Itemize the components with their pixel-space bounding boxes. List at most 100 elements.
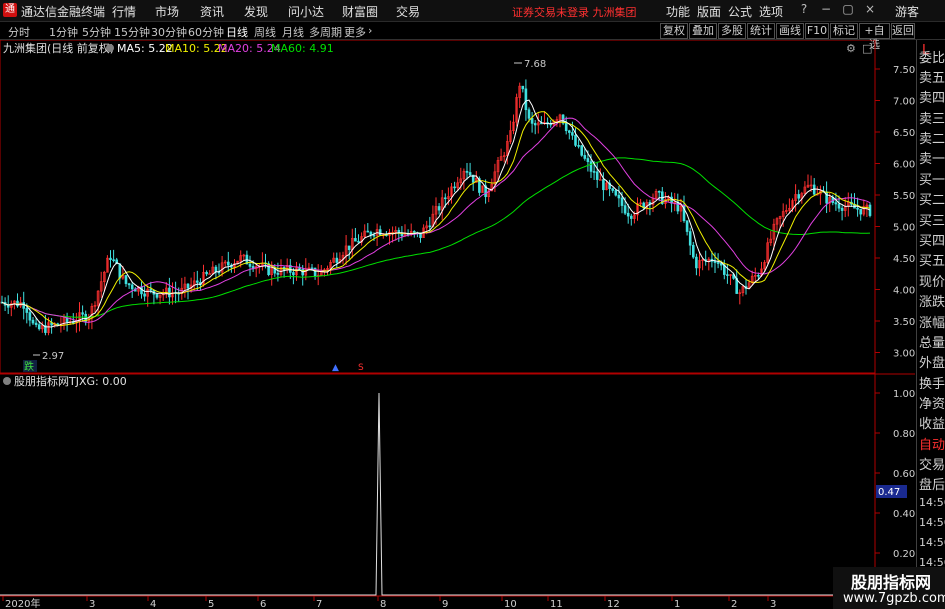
candle-body: [149, 288, 153, 291]
event-marker-s-icon[interactable]: S: [358, 363, 364, 373]
period-30min[interactable]: 30分钟: [151, 24, 187, 40]
side-panel-item[interactable]: 涨跌: [919, 291, 945, 310]
menu-options[interactable]: 选项: [759, 3, 783, 20]
period-more[interactable]: 更多: [344, 24, 366, 40]
menu-news[interactable]: 资讯: [200, 3, 224, 20]
side-panel-item[interactable]: 现价: [919, 271, 945, 290]
f10-button[interactable]: F10: [805, 23, 829, 39]
indicator-settings-dot-icon[interactable]: [3, 377, 11, 385]
indicator-y-ticks: 1.00 0.80 0.60 0.40 0.20: [875, 389, 915, 560]
candle-body: [623, 205, 627, 214]
candle-body: [564, 122, 568, 132]
x-tick-label: 4: [150, 599, 156, 609]
side-panel-item[interactable]: 委比: [919, 47, 945, 66]
period-60min[interactable]: 60分钟: [188, 24, 224, 40]
side-panel-item[interactable]: 卖五: [919, 67, 945, 86]
candle-body: [214, 266, 218, 273]
candle-body: [583, 155, 587, 159]
period-5min[interactable]: 5分钟: [82, 24, 111, 40]
period-monthly[interactable]: 月线: [282, 24, 304, 40]
chart-area[interactable]: 九洲集团(日线 前复权) MA5: 5.22 MA10: 5.22 MA20: …: [0, 39, 915, 609]
x-tick-label: 1: [674, 599, 680, 609]
menu-wealth[interactable]: 财富圈: [342, 3, 378, 20]
adjust-button[interactable]: 复权: [660, 23, 688, 39]
candle-body: [688, 231, 692, 246]
y-tick-label: 4.50: [893, 254, 915, 265]
period-1min[interactable]: 1分钟: [49, 24, 78, 40]
side-panel-item[interactable]: 买三: [919, 210, 945, 229]
x-tick-label: 11: [550, 599, 563, 609]
side-panel-item[interactable]: 涨幅: [919, 312, 945, 331]
side-panel-item[interactable]: 卖四: [919, 87, 945, 106]
statistics-button[interactable]: 统计: [747, 23, 775, 39]
multi-stock-button[interactable]: 多股: [718, 23, 746, 39]
low-price-label: 2.97: [42, 351, 64, 362]
side-panel-item[interactable]: 外盘: [919, 352, 945, 371]
candle-body: [468, 172, 472, 176]
kline-chart[interactable]: 九洲集团(日线 前复权) MA5: 5.22 MA10: 5.22 MA20: …: [0, 39, 915, 609]
watermark-url: www.7gpzb.com: [843, 591, 945, 606]
candle-body: [37, 324, 41, 330]
side-panel-item[interactable]: 净资: [919, 393, 945, 412]
side-panel-item[interactable]: 总量: [919, 332, 945, 351]
x-tick-label: 3: [89, 599, 95, 609]
candle-body: [716, 262, 720, 264]
side-panel-item[interactable]: 卖一: [919, 148, 945, 167]
side-panel-item[interactable]: 买一: [919, 169, 945, 188]
candle-body: [465, 170, 469, 173]
x-tick-label: 12: [607, 599, 620, 609]
y-tick-label: 7.50: [893, 65, 915, 76]
y-tick-label: 6.50: [893, 128, 915, 139]
side-panel-item[interactable]: 盘后: [919, 474, 945, 493]
x-tick-label: 7: [316, 599, 322, 609]
chevron-right-icon[interactable]: ›: [368, 24, 372, 37]
event-marker-up-icon[interactable]: ▲: [332, 363, 339, 373]
menu-formula[interactable]: 公式: [728, 3, 752, 20]
y-tick-label: 5.00: [893, 223, 915, 234]
period-daily[interactable]: 日线: [226, 24, 248, 40]
candle-body: [168, 287, 171, 298]
side-panel-time: 14:56: [919, 536, 945, 549]
candle-body: [412, 231, 416, 233]
period-multi[interactable]: 多周期: [309, 24, 342, 40]
overlay-button[interactable]: 叠加: [689, 23, 717, 39]
side-panel-item[interactable]: 交易: [919, 454, 945, 473]
candle-body: [695, 256, 698, 269]
x-tick-label: 2: [731, 599, 737, 609]
chart-settings-icon[interactable]: ⚙: [846, 42, 856, 55]
menu-discover[interactable]: 发现: [244, 3, 268, 20]
menu-quotes[interactable]: 行情: [112, 3, 136, 20]
menu-layout[interactable]: 版面: [697, 3, 721, 20]
close-icon[interactable]: ×: [863, 2, 877, 18]
period-15min[interactable]: 15分钟: [114, 24, 150, 40]
menu-ask[interactable]: 问小达: [288, 3, 324, 20]
draw-line-button[interactable]: 画线: [776, 23, 804, 39]
candle-body: [657, 191, 661, 193]
candle-body: [143, 293, 146, 297]
side-panel-item[interactable]: 卖二: [919, 128, 945, 147]
add-watchlist-button[interactable]: +自选: [859, 23, 890, 51]
side-panel-item[interactable]: 换手: [919, 373, 945, 392]
help-icon[interactable]: ?: [797, 2, 811, 18]
side-panel-item[interactable]: 买二: [919, 189, 945, 208]
menu-market[interactable]: 市场: [155, 3, 179, 20]
settings-dot-icon[interactable]: [106, 44, 114, 52]
guest-login[interactable]: 游客: [895, 3, 919, 20]
candle-body: [276, 272, 280, 275]
restore-icon[interactable]: ▢: [841, 2, 855, 18]
trade-status-alert[interactable]: 证券交易未登录 九洲集团: [512, 4, 637, 20]
side-panel-item[interactable]: 买四: [919, 230, 945, 249]
side-panel-item[interactable]: 收益: [919, 413, 945, 432]
mark-button[interactable]: 标记: [830, 23, 858, 39]
side-panel-item[interactable]: 买五: [919, 250, 945, 269]
chart-maximize-icon[interactable]: □: [862, 42, 872, 55]
period-timeshare[interactable]: 分时: [8, 24, 30, 40]
back-button[interactable]: 返回: [891, 23, 915, 39]
side-panel-item[interactable]: 自动: [919, 434, 945, 453]
menu-trade[interactable]: 交易: [396, 3, 420, 20]
menu-function[interactable]: 功能: [666, 3, 690, 20]
period-weekly[interactable]: 周线: [254, 24, 276, 40]
minimize-icon[interactable]: −: [819, 2, 833, 18]
side-panel-item[interactable]: 卖三: [919, 108, 945, 127]
candle-body: [335, 257, 339, 263]
